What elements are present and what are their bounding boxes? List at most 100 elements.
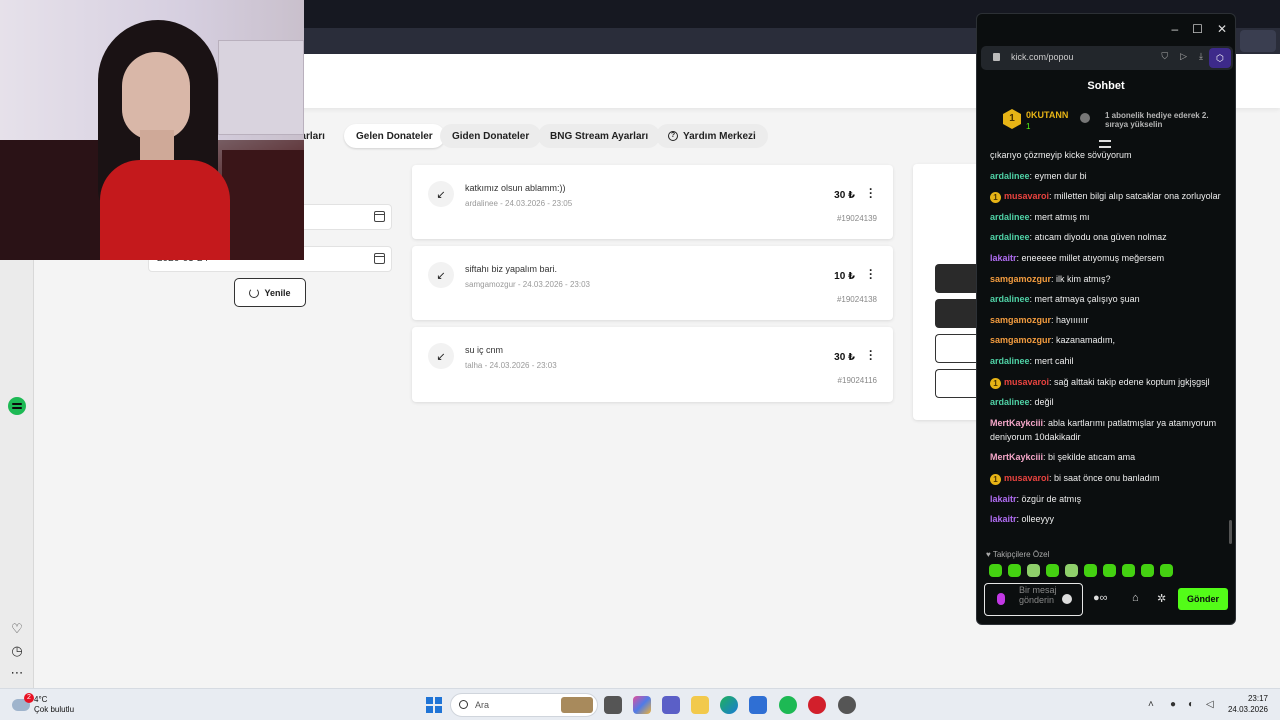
minimize-icon[interactable]: – xyxy=(1171,22,1178,36)
send-button[interactable]: Gönder xyxy=(1178,588,1228,610)
chat-username[interactable]: musavaroi xyxy=(1004,473,1049,483)
chat-text: çıkarıyo çözmeyip kicke sövüyorum xyxy=(990,150,1132,160)
filter-icon[interactable] xyxy=(1099,140,1111,148)
teams-icon[interactable] xyxy=(662,696,680,714)
system-clock[interactable]: 23:17 24.03.2026 xyxy=(1228,693,1268,715)
donation-amount: 30 ₺ xyxy=(834,190,855,201)
points-icon[interactable]: ●∞ xyxy=(1093,592,1108,604)
calendar-icon[interactable] xyxy=(374,253,385,264)
chat-username[interactable]: lakaitr xyxy=(990,494,1017,504)
spotify-icon[interactable] xyxy=(8,397,26,415)
spotify-taskbar-icon[interactable] xyxy=(779,696,797,714)
chat-username[interactable]: ardalinee xyxy=(990,171,1030,181)
clock-icon[interactable]: ◷ xyxy=(8,642,26,660)
app-icon[interactable] xyxy=(838,696,856,714)
chat-text: mert atmaya çalışıyo şuan xyxy=(1034,294,1140,305)
emote-icon[interactable] xyxy=(1008,564,1021,577)
address-bar[interactable]: kick.com/popou ⛉ ▷ ⤓ ⬡ xyxy=(981,46,1233,70)
more-options-icon[interactable]: · · · xyxy=(869,183,873,203)
store-app-icon[interactable] xyxy=(749,696,767,714)
chat-username[interactable]: musavaroi xyxy=(1004,191,1049,201)
download-icon[interactable]: ⤓ xyxy=(1199,51,1203,62)
donation-card: ↙ katkımız olsun ablamm:)) ardalinee - 2… xyxy=(412,165,893,239)
chat-message-input[interactable]: Bir mesaj gönderin xyxy=(984,583,1083,616)
taskbar: 2 4°C Çok bulutlu Ara ˄ ● ◐ ◁ 23:17 24.0… xyxy=(0,688,1280,720)
chat-username[interactable]: MertKaykciii xyxy=(990,452,1043,462)
emote-icon[interactable] xyxy=(1103,564,1116,577)
emote-icon[interactable] xyxy=(1046,564,1059,577)
copilot-icon[interactable] xyxy=(633,696,651,714)
weather-widget[interactable]: 2 4°C Çok bulutlu xyxy=(8,693,88,717)
refresh-button[interactable]: Yenile xyxy=(234,278,306,307)
extension-icon[interactable]: ⬡ xyxy=(1209,48,1231,68)
chat-username[interactable]: MertKaykciii xyxy=(990,418,1043,428)
chat-username[interactable]: ardalinee xyxy=(990,294,1030,304)
close-icon[interactable]: ✕ xyxy=(1217,22,1227,36)
tab-outgoing-donations[interactable]: Giden Donateler xyxy=(440,124,542,148)
emote-icon[interactable] xyxy=(1122,564,1135,577)
url-text: kick.com/popou xyxy=(1011,52,1074,62)
play-icon[interactable]: ▷ xyxy=(1180,51,1187,62)
chat-scrollbar[interactable] xyxy=(1229,520,1232,544)
emoji-icon[interactable] xyxy=(1062,594,1072,604)
more-icon[interactable]: ⋯ xyxy=(8,664,26,682)
more-options-icon[interactable]: · · · xyxy=(869,264,873,284)
follower-only-label: ♥ Takipçilere Özel xyxy=(986,550,1050,559)
more-options-icon[interactable]: · · · xyxy=(869,345,873,365)
emote-icon[interactable] xyxy=(1027,564,1040,577)
search-placeholder: Ara xyxy=(475,700,490,710)
chat-username[interactable]: ardalinee xyxy=(990,397,1030,407)
calendar-icon[interactable] xyxy=(374,211,385,222)
heart-icon[interactable]: ♡ xyxy=(8,620,26,638)
webcam-shelf xyxy=(218,40,304,135)
search-icon xyxy=(459,700,468,709)
chat-username[interactable]: ardalinee xyxy=(990,232,1030,242)
chat-username[interactable]: ardalinee xyxy=(990,212,1030,222)
taskbar-search[interactable]: Ara xyxy=(450,693,598,717)
chat-username[interactable]: musavaroi xyxy=(1004,377,1049,387)
chat-message: lakaitr: eneeeee millet atıyomuş meğerse… xyxy=(990,251,1228,265)
emote-icon[interactable] xyxy=(1084,564,1097,577)
volume-icon[interactable]: ◁ xyxy=(1206,699,1214,710)
opera-icon[interactable] xyxy=(808,696,826,714)
task-view-icon[interactable] xyxy=(604,696,622,714)
chat-message: MertKaykciii: bi şekilde atıcam ama xyxy=(990,450,1228,464)
shield-icon[interactable]: ⛉ xyxy=(1161,51,1168,62)
chat-username[interactable]: samgamozgur xyxy=(990,315,1051,325)
chat-text: bi şekilde atıcam ama xyxy=(1048,452,1136,463)
tab-help-center[interactable]: ? Yardım Merkezi xyxy=(656,124,768,148)
incoming-arrow-icon: ↙ xyxy=(428,343,454,369)
tab-incoming-donations[interactable]: Gelen Donateler xyxy=(344,124,445,148)
search-highlight-image xyxy=(561,697,593,713)
chat-message: samgamozgur: kazanamadım, xyxy=(990,333,1228,347)
microphone-tray-icon[interactable]: ● xyxy=(1170,699,1176,710)
emote-icon[interactable] xyxy=(989,564,1002,577)
leader-count: 1 xyxy=(1026,122,1031,131)
settings-gear-icon[interactable]: ✲ xyxy=(1157,592,1166,605)
chevron-up-icon[interactable]: ˄ xyxy=(1148,699,1154,710)
file-explorer-icon[interactable] xyxy=(691,696,709,714)
webcam-person-face xyxy=(122,52,190,140)
chat-username[interactable]: samgamozgur xyxy=(990,274,1051,284)
emote-icon[interactable] xyxy=(1141,564,1154,577)
chat-message: 1 musavaroi: bi saat önce onu banladım xyxy=(990,471,1228,485)
leaderboard-text: 1 abonelik hediye ederek 2. sıraya yükse… xyxy=(1105,111,1209,129)
emote-icon[interactable] xyxy=(1160,564,1173,577)
microphone-icon[interactable] xyxy=(997,593,1005,605)
edge-icon[interactable] xyxy=(720,696,738,714)
chat-username[interactable]: ardalinee xyxy=(990,356,1030,366)
chat-username[interactable]: lakaitr xyxy=(990,253,1017,263)
windows-start-icon[interactable] xyxy=(426,697,442,713)
network-icon[interactable]: ◐ xyxy=(1188,699,1194,710)
ai-button[interactable] xyxy=(1240,30,1276,52)
chat-message: samgamozgur: hayıııııır xyxy=(990,313,1228,327)
chat-username[interactable]: samgamozgur xyxy=(990,335,1051,345)
leader-username[interactable]: 0KUTANN xyxy=(1026,110,1068,120)
maximize-icon[interactable]: ☐ xyxy=(1192,22,1203,36)
chat-username[interactable]: lakaitr xyxy=(990,514,1017,524)
tab-label: Giden Donateler xyxy=(452,130,530,142)
tab-bng-stream-settings[interactable]: BNG Stream Ayarları xyxy=(538,124,661,148)
chat-text: değil xyxy=(1034,397,1054,408)
emote-icon[interactable] xyxy=(1065,564,1078,577)
store-icon[interactable]: ⌂ xyxy=(1132,592,1139,604)
